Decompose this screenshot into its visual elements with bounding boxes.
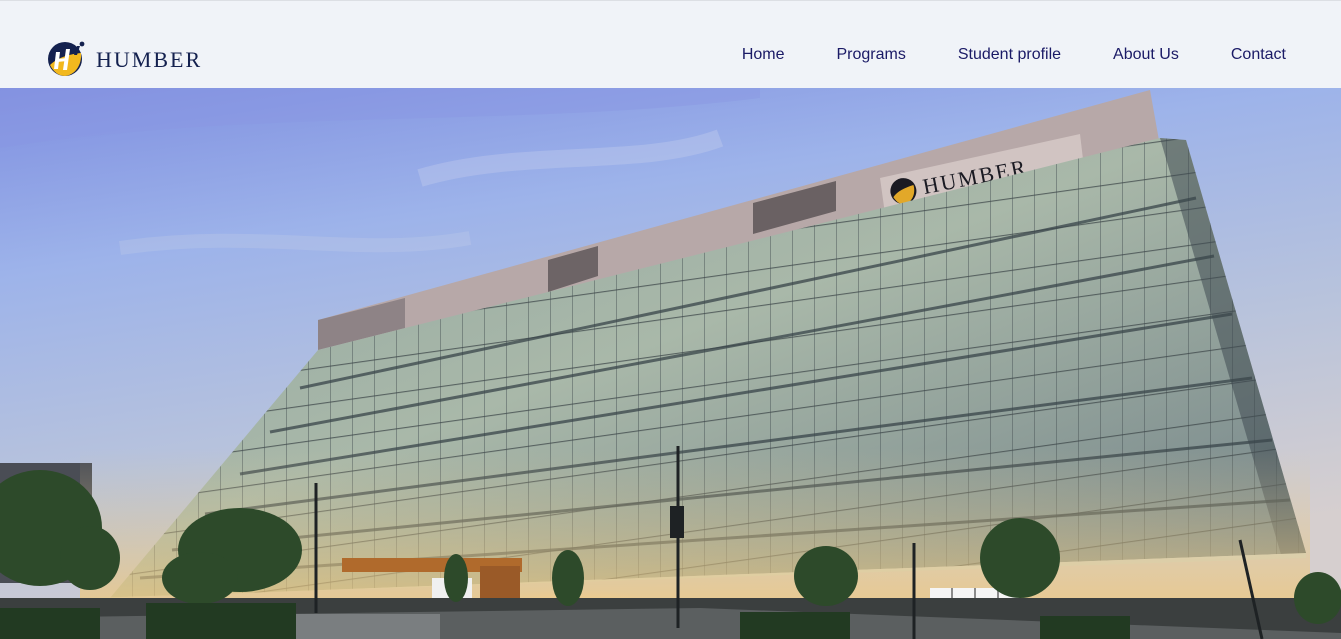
main-nav: Home Programs Student profile About Us C… — [742, 45, 1286, 65]
logo-text: HUMBER — [96, 47, 203, 72]
nav-about-us-link[interactable]: About Us — [1113, 45, 1179, 65]
humber-logo-icon — [48, 41, 85, 76]
hero-image: HUMBER — [0, 88, 1341, 639]
logo-link[interactable]: HUMBER — [47, 38, 202, 78]
nav-home-link[interactable]: Home — [742, 45, 785, 65]
site-header: HUMBER Home Programs Student profile Abo… — [0, 0, 1341, 88]
nav-contact-link[interactable]: Contact — [1231, 45, 1286, 65]
nav-programs-link[interactable]: Programs — [837, 45, 906, 65]
nav-student-profile-link[interactable]: Student profile — [958, 45, 1061, 65]
